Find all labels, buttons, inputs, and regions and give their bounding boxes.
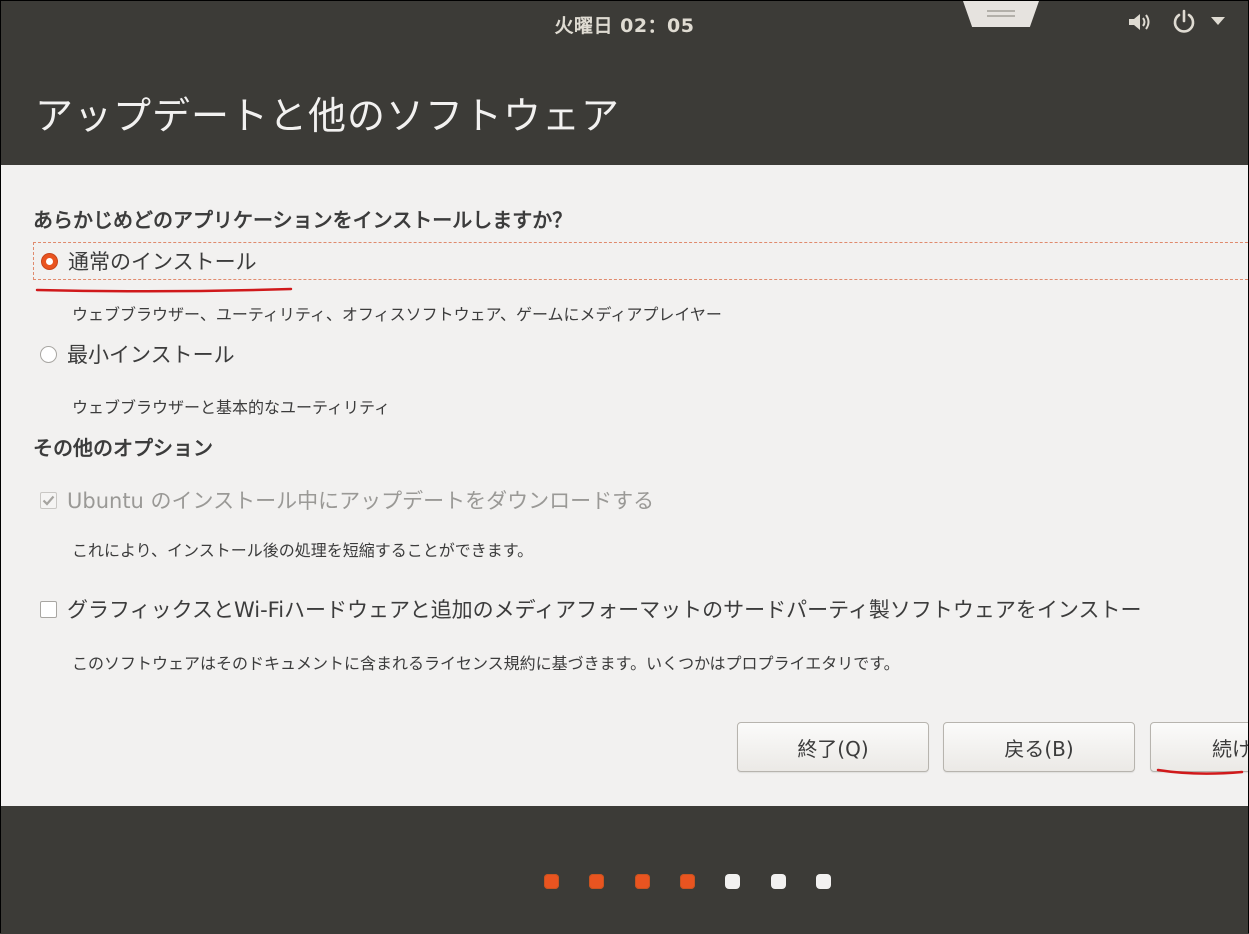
back-button[interactable]: 戻る(B): [943, 722, 1135, 772]
volume-icon[interactable]: [1127, 11, 1153, 33]
progress-step-dot: [544, 874, 559, 889]
third-party-option[interactable]: グラフィックスとWi-Fiハードウェアと追加のメディアフォーマットのサードパーテ…: [33, 590, 1141, 628]
download-updates-checkbox: [40, 491, 57, 509]
continue-button[interactable]: 続け: [1150, 722, 1248, 772]
radio-normal-install[interactable]: [41, 252, 58, 270]
other-options-heading: その他のオプション: [33, 436, 213, 460]
radio-minimal-install[interactable]: [40, 345, 57, 363]
power-icon[interactable]: [1171, 9, 1197, 35]
download-updates-option: Ubuntu のインストール中にアップデートをダウンロードする: [33, 481, 654, 519]
progress-step-dot: [589, 874, 605, 889]
quit-button[interactable]: 終了(Q): [737, 722, 929, 772]
checkmark-icon: [42, 495, 55, 506]
top-panel: 火曜日 02：05: [1, 1, 1248, 49]
download-updates-label: Ubuntu のインストール中にアップデートをダウンロードする: [67, 489, 655, 513]
progress-step-dot: [634, 874, 650, 889]
third-party-label[interactable]: グラフィックスとWi-Fiハードウェアと追加のメディアフォーマットのサードパーテ…: [67, 594, 1141, 624]
chevron-down-icon[interactable]: [1209, 15, 1227, 27]
progress-footer: [1, 806, 1248, 934]
install-type-question: あらかじめどのアプリケーションをインストールしますか？: [33, 208, 573, 232]
progress-step-dot: [725, 874, 741, 889]
clock[interactable]: 火曜日 02：05: [1, 11, 1248, 38]
normal-install-option[interactable]: 通常のインストール: [33, 242, 1248, 280]
progress-step-dot: [815, 874, 831, 889]
main-content: あらかじめどのアプリケーションをインストールしますか？ 通常のインストール ウェ…: [1, 165, 1248, 806]
normal-install-description: ウェブブラウザー、ユーティリティ、オフィスソフトウェア、ゲームにメディアプレイヤ…: [72, 305, 722, 324]
page-title: アップデートと他のソフトウェア: [35, 94, 621, 138]
minimal-install-option[interactable]: 最小インストール: [33, 335, 235, 373]
drawer-handle-icon[interactable]: [963, 1, 1039, 27]
page-header: アップデートと他のソフトウェア: [1, 49, 1248, 165]
annotation-underline: [35, 287, 293, 293]
third-party-checkbox[interactable]: [40, 600, 57, 618]
progress-step-dot: [679, 874, 695, 889]
download-updates-description: これにより、インストール後の処理を短縮することができます。: [72, 541, 534, 560]
annotation-underline: [1156, 768, 1244, 775]
progress-step-dot: [770, 874, 786, 889]
minimal-install-description: ウェブブラウザーと基本的なユーティリティ: [72, 398, 391, 417]
third-party-description: このソフトウェアはそのドキュメントに含まれるライセンス規約に基づきます。いくつか…: [72, 654, 900, 673]
normal-install-label[interactable]: 通常のインストール: [68, 246, 257, 276]
minimal-install-label[interactable]: 最小インストール: [67, 339, 235, 369]
